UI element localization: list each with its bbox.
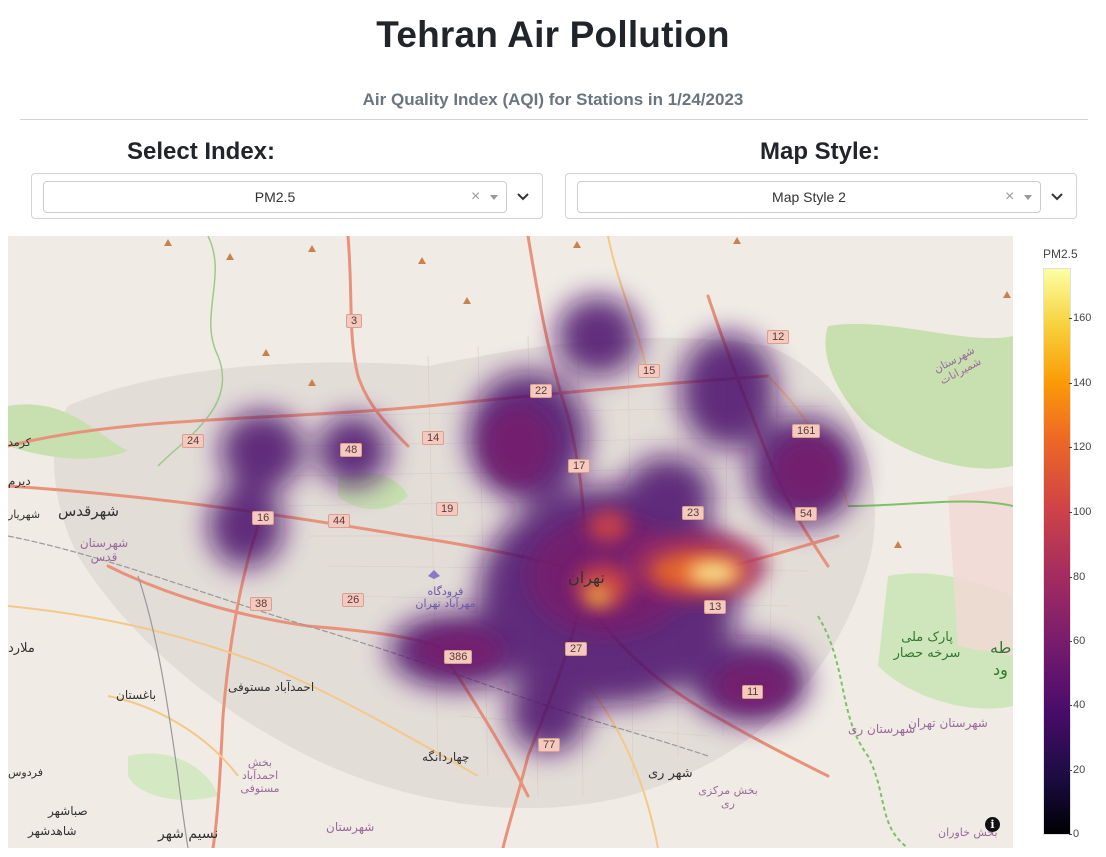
road-shield: 11 bbox=[742, 685, 764, 699]
road-shield: 48 bbox=[340, 443, 363, 457]
colorbar-tick: 60 bbox=[1068, 635, 1086, 647]
road-shield: 27 bbox=[565, 642, 588, 656]
place-label: بخش احمدآباد مستوفی bbox=[240, 756, 280, 795]
road-shield: 386 bbox=[444, 650, 473, 664]
colorbar-tick: 80 bbox=[1068, 571, 1086, 583]
road-shield: 161 bbox=[792, 424, 821, 438]
place-label: باغستان bbox=[116, 688, 157, 702]
page-title: Tehran Air Pollution bbox=[376, 14, 730, 55]
colorbar-tick: 160 bbox=[1068, 312, 1092, 324]
place-label: شهر ری bbox=[648, 766, 693, 781]
road-shield: 77 bbox=[538, 738, 561, 752]
style-dropdown-container: Map Style 2 × bbox=[565, 173, 1077, 219]
colorbar-tick: 100 bbox=[1068, 506, 1092, 518]
place-label: شهرستان تهران bbox=[908, 716, 988, 730]
city-label: تهران bbox=[568, 568, 605, 587]
style-chevron-down-icon[interactable] bbox=[1050, 190, 1064, 204]
road-shield: 12 bbox=[767, 330, 790, 344]
colorbar-tick: 40 bbox=[1068, 699, 1086, 711]
style-dropdown-value: Map Style 2 bbox=[772, 189, 846, 205]
map-canvas bbox=[8, 236, 1013, 848]
road-shield: 3 bbox=[346, 314, 363, 328]
road-shield: 38 bbox=[250, 597, 273, 611]
place-label: طه bbox=[990, 638, 1012, 657]
place-label: نسیم شهر bbox=[158, 826, 219, 842]
index-clear-icon[interactable]: × bbox=[471, 182, 480, 212]
style-clear-icon[interactable]: × bbox=[1005, 182, 1014, 212]
road-shield: 15 bbox=[638, 364, 661, 378]
index-caret-icon[interactable] bbox=[490, 195, 498, 200]
map-style-label: Map Style: bbox=[759, 138, 881, 165]
colorbar-tick: 20 bbox=[1068, 764, 1086, 776]
index-dropdown-value: PM2.5 bbox=[254, 189, 296, 205]
road-shield: 54 bbox=[795, 507, 818, 521]
style-caret-icon[interactable] bbox=[1024, 195, 1032, 200]
road-shield: 14 bbox=[422, 431, 445, 445]
colorbar-tick: 120 bbox=[1068, 441, 1092, 453]
colorbar bbox=[1043, 268, 1071, 835]
road-shield: 24 bbox=[182, 434, 205, 448]
road-shield: 26 bbox=[342, 593, 365, 607]
page-subtitle: Air Quality Index (AQI) for Stations in … bbox=[362, 90, 744, 109]
place-label: احمدآباد مستوفی bbox=[228, 680, 315, 694]
style-dropdown[interactable]: Map Style 2 × bbox=[577, 181, 1041, 213]
road-shield: 44 bbox=[328, 514, 351, 528]
place-label: شهریار bbox=[8, 508, 41, 521]
place-label: صباشهر bbox=[48, 804, 88, 818]
road-shield: 22 bbox=[530, 384, 553, 398]
place-label: ملارد bbox=[8, 641, 35, 656]
road-shield: 19 bbox=[436, 502, 459, 516]
place-label: چهاردانگه bbox=[422, 750, 470, 764]
place-label: شاهدشهر bbox=[28, 824, 77, 838]
place-label: کرمد bbox=[8, 436, 31, 449]
info-icon[interactable]: i bbox=[985, 817, 1000, 832]
place-label: پارک ملی سرخه حصار bbox=[893, 630, 961, 661]
place-label: فرودگاه مهرآباد تهران bbox=[415, 585, 476, 610]
road-shield: 23 bbox=[682, 506, 705, 520]
index-dropdown-container: PM2.5 × bbox=[31, 173, 543, 219]
place-label: دیرم bbox=[8, 474, 31, 488]
colorbar-title: PM2.5 bbox=[1043, 247, 1078, 261]
index-dropdown[interactable]: PM2.5 × bbox=[43, 181, 507, 213]
pollution-heatmap[interactable]: 3 22 15 12 24 48 14 17 161 16 44 19 23 5… bbox=[8, 236, 1013, 848]
place-label: بخش مرکزی ری bbox=[698, 784, 758, 810]
place-label: شهرستان قدس bbox=[79, 536, 129, 564]
road-shield: 16 bbox=[252, 511, 275, 525]
colorbar-tick: 140 bbox=[1068, 377, 1092, 389]
index-chevron-down-icon[interactable] bbox=[516, 190, 530, 204]
place-label: شهرستان bbox=[326, 820, 375, 834]
place-label: شهرقدس bbox=[58, 502, 120, 520]
select-index-label: Select Index: bbox=[126, 138, 276, 165]
place-label: شهرستان ری bbox=[848, 722, 916, 736]
road-shield: 13 bbox=[704, 600, 727, 614]
place-label: فردوس bbox=[8, 766, 43, 779]
header-divider bbox=[20, 119, 1088, 120]
place-label: ود bbox=[993, 660, 1008, 679]
road-shield: 17 bbox=[568, 459, 591, 473]
colorbar-tick: 0 bbox=[1068, 828, 1080, 840]
